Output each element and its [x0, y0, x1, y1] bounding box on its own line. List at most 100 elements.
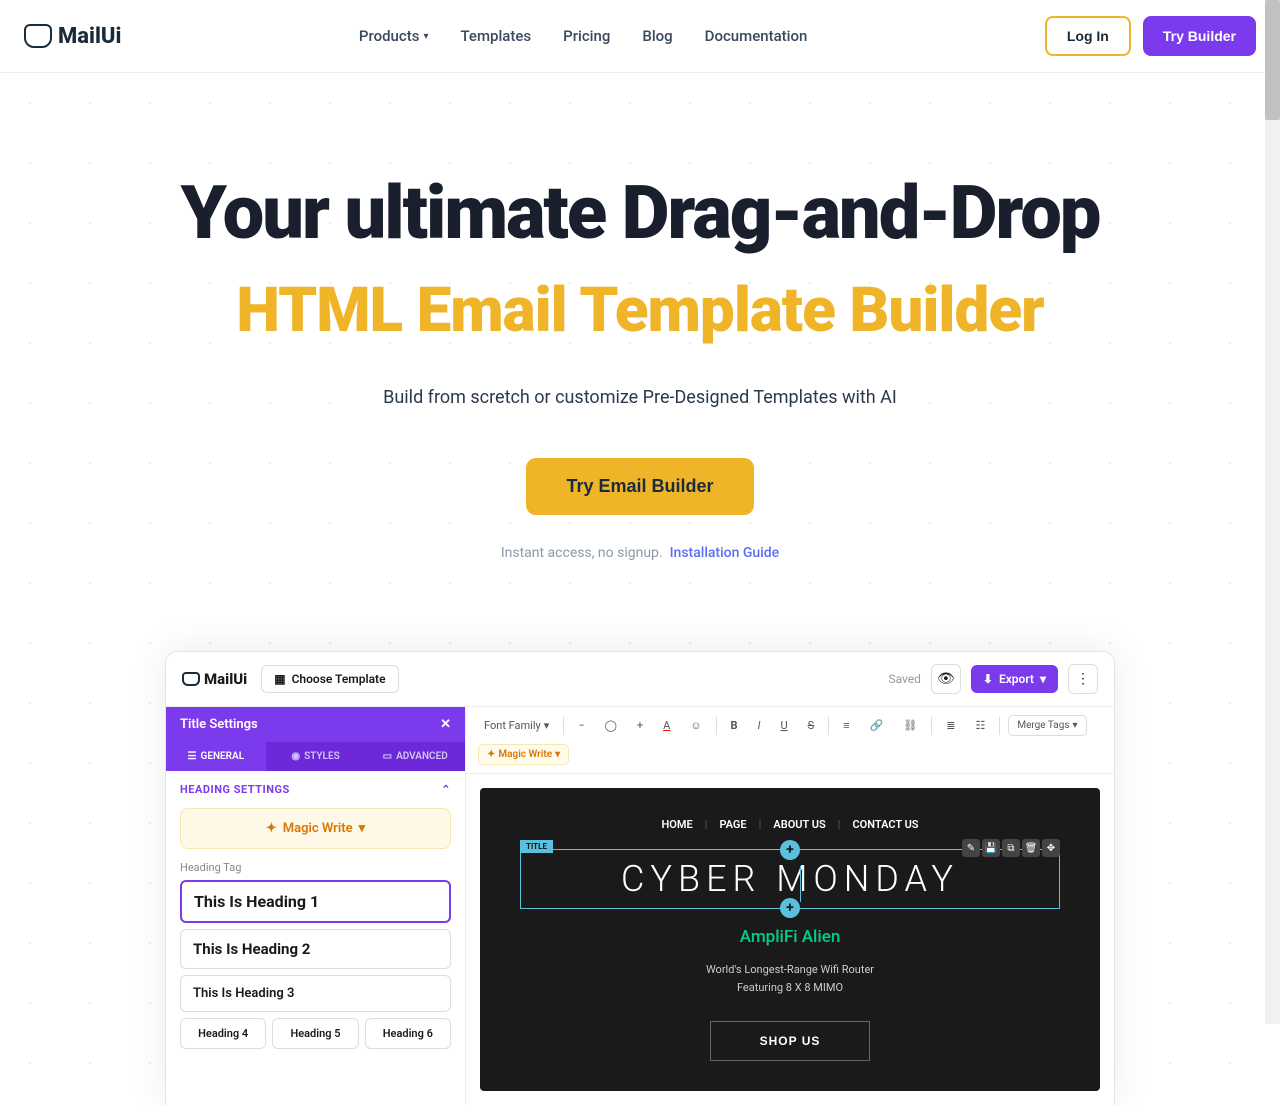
mail-icon [24, 24, 52, 48]
hero-footer: Instant access, no signup. Installation … [40, 545, 1240, 561]
edit-icon[interactable]: ✎ [962, 839, 980, 857]
hero-title-line1: Your ultimate Drag-and-Drop [40, 173, 1240, 254]
separator [931, 717, 932, 735]
copy-icon[interactable]: ⧉ [1002, 839, 1020, 857]
settings-sidebar: Title Settings ✕ ☰GENERAL ◉STYLES ▭ADVAN… [166, 707, 466, 1104]
email-canvas[interactable]: HOME| PAGE| ABOUT US| CONTACT US TITLE ✎… [480, 788, 1100, 1090]
font-size-value[interactable]: ◯ [599, 716, 623, 735]
sliders-icon: ☰ [188, 751, 197, 762]
separator [999, 717, 1000, 735]
export-button[interactable]: ⬇ Export ▾ [971, 665, 1058, 693]
font-size-increase[interactable]: + [631, 716, 649, 735]
logo-text: MailUi [58, 24, 121, 49]
logo[interactable]: MailUi [24, 24, 121, 49]
scroll-thumb[interactable] [1265, 0, 1280, 120]
choose-template-button[interactable]: ▦ Choose Template [261, 665, 398, 693]
login-button[interactable]: Log In [1045, 16, 1131, 56]
shop-button[interactable]: SHOP US [710, 1021, 870, 1061]
text-color-button[interactable]: A [657, 716, 676, 735]
bullet-list-button[interactable]: ≣ [940, 716, 961, 735]
heading-6-chip[interactable]: Heading 6 [365, 1018, 451, 1049]
move-icon[interactable]: ✥ [1042, 839, 1060, 857]
heading-5-chip[interactable]: Heading 5 [272, 1018, 358, 1049]
nav-page[interactable]: PAGE [719, 818, 746, 831]
italic-button[interactable]: I [752, 716, 767, 735]
separator [563, 717, 564, 735]
try-builder-button[interactable]: Try Builder [1143, 16, 1256, 56]
product-desc[interactable]: World's Longest-Range Wifi Router Featur… [500, 961, 1080, 996]
add-below-button[interactable]: + [780, 898, 800, 918]
scrollbar[interactable] [1265, 0, 1280, 1024]
emoji-button[interactable]: ☺ [684, 716, 707, 735]
heading-2-option[interactable]: This Is Heading 2 [180, 929, 451, 969]
separator [828, 717, 829, 735]
heading-4-chip[interactable]: Heading 4 [180, 1018, 266, 1049]
sidebar-tabs: ☰GENERAL ◉STYLES ▭ADVANCED [166, 742, 465, 771]
cyber-monday-title[interactable]: CYBER MONDAY [529, 858, 1051, 900]
font-family-select[interactable]: Font Family ▾ [478, 716, 555, 735]
strike-button[interactable]: S [802, 716, 821, 735]
chevron-up-icon: ⌃ [441, 783, 451, 796]
nav-blog[interactable]: Blog [642, 27, 672, 45]
eye-icon: 👁 [937, 671, 955, 687]
separator [716, 717, 717, 735]
gear-icon: ▭ [383, 751, 392, 762]
align-button[interactable]: ≡ [837, 716, 855, 735]
builder-screenshot: MailUi ▦ Choose Template Saved 👁 ⬇ Expor… [165, 651, 1115, 1104]
add-above-button[interactable]: + [780, 840, 800, 860]
close-icon[interactable]: ✕ [440, 717, 451, 732]
block-actions: ✎ 💾 ⧉ 🗑 ✥ [962, 839, 1060, 857]
heading-tag-label: Heading Tag [180, 861, 451, 874]
text-cursor [800, 866, 801, 902]
block-type-label: TITLE [520, 840, 553, 853]
canvas-area: Font Family ▾ − ◯ + A ☺ B I U S ≡ 🔗 ⛓ ≣ … [466, 707, 1114, 1104]
product-name[interactable]: AmpliFi Alien [500, 927, 1080, 947]
installation-guide-link[interactable]: Installation Guide [670, 545, 780, 561]
mail-icon [182, 672, 200, 686]
builder-topbar: MailUi ▦ Choose Template Saved 👁 ⬇ Expor… [166, 652, 1114, 707]
toolbar-magic-write[interactable]: ✦ Magic Write ▾ [478, 744, 569, 765]
nav-contact[interactable]: CONTACT US [852, 818, 918, 831]
bold-button[interactable]: B [725, 716, 744, 735]
merge-tags-button[interactable]: Merge Tags ▾ [1008, 715, 1086, 736]
email-nav: HOME| PAGE| ABOUT US| CONTACT US [500, 818, 1080, 831]
hero-title-line2: HTML Email Template Builder [40, 274, 1240, 347]
download-icon: ⬇ [983, 672, 993, 686]
font-size-decrease[interactable]: − [572, 716, 590, 735]
link-button[interactable]: 🔗 [864, 716, 890, 735]
saved-status: Saved [888, 672, 920, 686]
hero-subtitle: Build from scretch or customize Pre-Desi… [40, 387, 1240, 408]
chevron-down-icon: ▾ [423, 31, 428, 42]
header: MailUi Products▾ Templates Pricing Blog … [0, 0, 1280, 73]
dots-icon: ⋮ [1076, 671, 1090, 687]
nav-documentation[interactable]: Documentation [705, 27, 808, 45]
main-nav: Products▾ Templates Pricing Blog Documen… [359, 27, 807, 45]
text-toolbar: Font Family ▾ − ◯ + A ☺ B I U S ≡ 🔗 ⛓ ≣ … [466, 707, 1114, 774]
title-block[interactable]: TITLE ✎ 💾 ⧉ 🗑 ✥ + + CYBER MONDAY [520, 849, 1060, 909]
more-button[interactable]: ⋮ [1068, 664, 1098, 694]
unlink-button[interactable]: ⛓ [897, 716, 923, 735]
template-icon: ▦ [274, 672, 285, 686]
heading-settings-header[interactable]: HEADING SETTINGS ⌃ [180, 783, 451, 796]
delete-icon[interactable]: 🗑 [1022, 839, 1040, 857]
tab-advanced[interactable]: ▭ADVANCED [365, 742, 465, 771]
hero: Your ultimate Drag-and-Drop HTML Email T… [0, 73, 1280, 621]
tab-general[interactable]: ☰GENERAL [166, 742, 266, 771]
heading-1-option[interactable]: This Is Heading 1 [180, 880, 451, 923]
palette-icon: ◉ [291, 751, 300, 762]
nav-products[interactable]: Products▾ [359, 27, 429, 45]
nav-about[interactable]: ABOUT US [773, 818, 825, 831]
chevron-down-icon: ▾ [359, 821, 366, 836]
nav-home[interactable]: HOME [661, 818, 692, 831]
tab-styles[interactable]: ◉STYLES [266, 742, 366, 771]
nav-templates[interactable]: Templates [460, 27, 531, 45]
number-list-button[interactable]: ☷ [969, 716, 991, 735]
builder-logo[interactable]: MailUi [182, 670, 247, 688]
preview-button[interactable]: 👁 [931, 664, 961, 694]
magic-write-button[interactable]: ✦ Magic Write ▾ [180, 808, 451, 849]
save-icon[interactable]: 💾 [982, 839, 1000, 857]
try-email-builder-button[interactable]: Try Email Builder [526, 458, 753, 515]
underline-button[interactable]: U [774, 716, 793, 735]
heading-3-option[interactable]: This Is Heading 3 [180, 975, 451, 1012]
nav-pricing[interactable]: Pricing [563, 27, 610, 45]
